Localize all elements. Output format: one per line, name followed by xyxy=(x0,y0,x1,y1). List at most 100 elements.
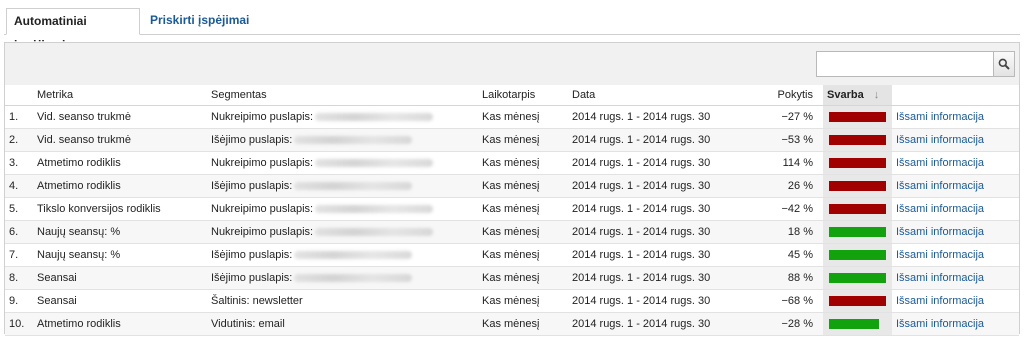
importance-bar xyxy=(829,296,886,306)
details-link[interactable]: Išsami informacija xyxy=(896,226,984,238)
col-pokytis[interactable]: Pokytis xyxy=(768,85,823,106)
row-segmentas: Vidutinis: email xyxy=(207,312,478,336)
row-metrika: Tikslo konversijos rodiklis xyxy=(33,197,207,221)
redacted-url xyxy=(315,228,434,237)
row-data: 2014 rugs. 1 - 2014 rugs. 30 xyxy=(568,197,768,221)
table-row[interactable]: 7. Naujų seansų: % Išėjimo puslapis: Kas mė… xyxy=(5,243,1019,267)
row-index: 1. xyxy=(5,105,33,129)
redacted-url xyxy=(294,274,413,283)
row-index: 6. xyxy=(5,220,33,244)
row-data: 2014 rugs. 1 - 2014 rugs. 30 xyxy=(568,243,768,267)
row-metrika: Atmetimo rodiklis xyxy=(33,174,207,198)
segmentas-text: Išėjimo puslapis: xyxy=(211,180,293,192)
row-svarba xyxy=(823,174,892,198)
row-svarba xyxy=(823,128,892,152)
tab-automatiniai[interactable]: Automatiniai įspėjimai xyxy=(6,8,140,52)
col-segmentas[interactable]: Segmentas xyxy=(207,85,478,106)
row-details: Išsami informacija xyxy=(892,105,1019,129)
table-row[interactable]: 8. Seansai Išėjimo puslapis: Kas mėnesį 2014… xyxy=(5,266,1019,290)
row-svarba xyxy=(823,151,892,175)
importance-bar xyxy=(829,227,886,237)
segmentas-text: Nukreipimo puslapis: xyxy=(211,111,314,123)
search-input[interactable] xyxy=(816,51,994,77)
segmentas-text: Šaltinis: newsletter xyxy=(211,295,303,307)
alerts-table: Metrika Segmentas Laikotarpis Data Pokyt… xyxy=(5,85,1019,336)
row-svarba xyxy=(823,243,892,267)
col-data[interactable]: Data xyxy=(568,85,768,106)
row-details: Išsami informacija xyxy=(892,266,1019,290)
row-pokytis: 45 % xyxy=(768,243,823,267)
row-index: 2. xyxy=(5,128,33,152)
row-laikotarpis: Kas mėnesį xyxy=(478,105,568,129)
col-svarba-label: Svarba xyxy=(827,89,864,101)
row-metrika: Seansai xyxy=(33,289,207,313)
row-data: 2014 rugs. 1 - 2014 rugs. 30 xyxy=(568,266,768,290)
row-laikotarpis: Kas mėnesį xyxy=(478,266,568,290)
row-details: Išsami informacija xyxy=(892,220,1019,244)
row-segmentas: Išėjimo puslapis: xyxy=(207,266,478,290)
details-link[interactable]: Išsami informacija xyxy=(896,134,984,146)
details-link[interactable]: Išsami informacija xyxy=(896,295,984,307)
col-metrika[interactable]: Metrika xyxy=(33,85,207,106)
row-metrika: Atmetimo rodiklis xyxy=(33,151,207,175)
row-laikotarpis: Kas mėnesį xyxy=(478,312,568,336)
sort-desc-icon: ↓ xyxy=(873,89,880,101)
segmentas-text: Nukreipimo puslapis: xyxy=(211,157,314,169)
row-data: 2014 rugs. 1 - 2014 rugs. 30 xyxy=(568,312,768,336)
col-index xyxy=(5,85,33,106)
row-laikotarpis: Kas mėnesį xyxy=(478,243,568,267)
toolbar xyxy=(5,43,1019,86)
redacted-url xyxy=(315,205,434,214)
table-row[interactable]: 3. Atmetimo rodiklis Nukreipimo puslapis: K… xyxy=(5,151,1019,175)
row-details: Išsami informacija xyxy=(892,174,1019,198)
segmentas-text: Nukreipimo puslapis: xyxy=(211,226,314,238)
row-metrika: Seansai xyxy=(33,266,207,290)
row-svarba xyxy=(823,220,892,244)
table-row[interactable]: 10. Atmetimo rodiklis Vidutinis: email Kas … xyxy=(5,312,1019,336)
details-link[interactable]: Išsami informacija xyxy=(896,318,984,330)
details-link[interactable]: Išsami informacija xyxy=(896,180,984,192)
row-data: 2014 rugs. 1 - 2014 rugs. 30 xyxy=(568,128,768,152)
importance-bar xyxy=(829,273,886,283)
row-svarba xyxy=(823,312,892,336)
details-link[interactable]: Išsami informacija xyxy=(896,157,984,169)
row-segmentas: Nukreipimo puslapis: xyxy=(207,220,478,244)
details-link[interactable]: Išsami informacija xyxy=(896,203,984,215)
row-pokytis: −53 % xyxy=(768,128,823,152)
col-svarba[interactable]: Svarba ↓ xyxy=(823,85,892,106)
row-metrika: Atmetimo rodiklis xyxy=(33,312,207,336)
row-svarba xyxy=(823,197,892,221)
table-row[interactable]: 1. Vid. seanso trukmė Nukreipimo puslapis:… xyxy=(5,105,1019,129)
redacted-url xyxy=(294,251,413,260)
importance-bar xyxy=(829,112,886,122)
table-row[interactable]: 6. Naujų seansų: % Nukreipimo puslapis: Kas… xyxy=(5,220,1019,244)
row-svarba xyxy=(823,105,892,129)
importance-bar xyxy=(829,250,886,260)
details-link[interactable]: Išsami informacija xyxy=(896,249,984,261)
search-button[interactable] xyxy=(993,51,1015,77)
col-laikotarpis[interactable]: Laikotarpis xyxy=(478,85,568,106)
row-segmentas: Išėjimo puslapis: xyxy=(207,128,478,152)
tab-priskirti[interactable]: Priskirti įspėjimai xyxy=(142,8,257,33)
table-row[interactable]: 4. Atmetimo rodiklis Išėjimo puslapis: Kas … xyxy=(5,174,1019,198)
row-data: 2014 rugs. 1 - 2014 rugs. 30 xyxy=(568,174,768,198)
table-row[interactable]: 9. Seansai Šaltinis: newsletter Kas mėnesį 2… xyxy=(5,289,1019,313)
redacted-url xyxy=(294,136,413,145)
importance-bar xyxy=(829,204,886,214)
row-pokytis: 18 % xyxy=(768,220,823,244)
row-segmentas: Nukreipimo puslapis: xyxy=(207,151,478,175)
row-pokytis: 88 % xyxy=(768,266,823,290)
row-details: Išsami informacija xyxy=(892,128,1019,152)
importance-bar xyxy=(829,135,886,145)
row-details: Išsami informacija xyxy=(892,151,1019,175)
details-link[interactable]: Išsami informacija xyxy=(896,111,984,123)
details-link[interactable]: Išsami informacija xyxy=(896,272,984,284)
row-segmentas: Išėjimo puslapis: xyxy=(207,243,478,267)
row-index: 9. xyxy=(5,289,33,313)
table-row[interactable]: 5. Tikslo konversijos rodiklis Nukreipimo … xyxy=(5,197,1019,221)
redacted-url xyxy=(315,113,434,122)
row-svarba xyxy=(823,289,892,313)
row-index: 3. xyxy=(5,151,33,175)
segmentas-text: Išėjimo puslapis: xyxy=(211,249,293,261)
table-row[interactable]: 2. Vid. seanso trukmė Išėjimo puslapis: Kas… xyxy=(5,128,1019,152)
